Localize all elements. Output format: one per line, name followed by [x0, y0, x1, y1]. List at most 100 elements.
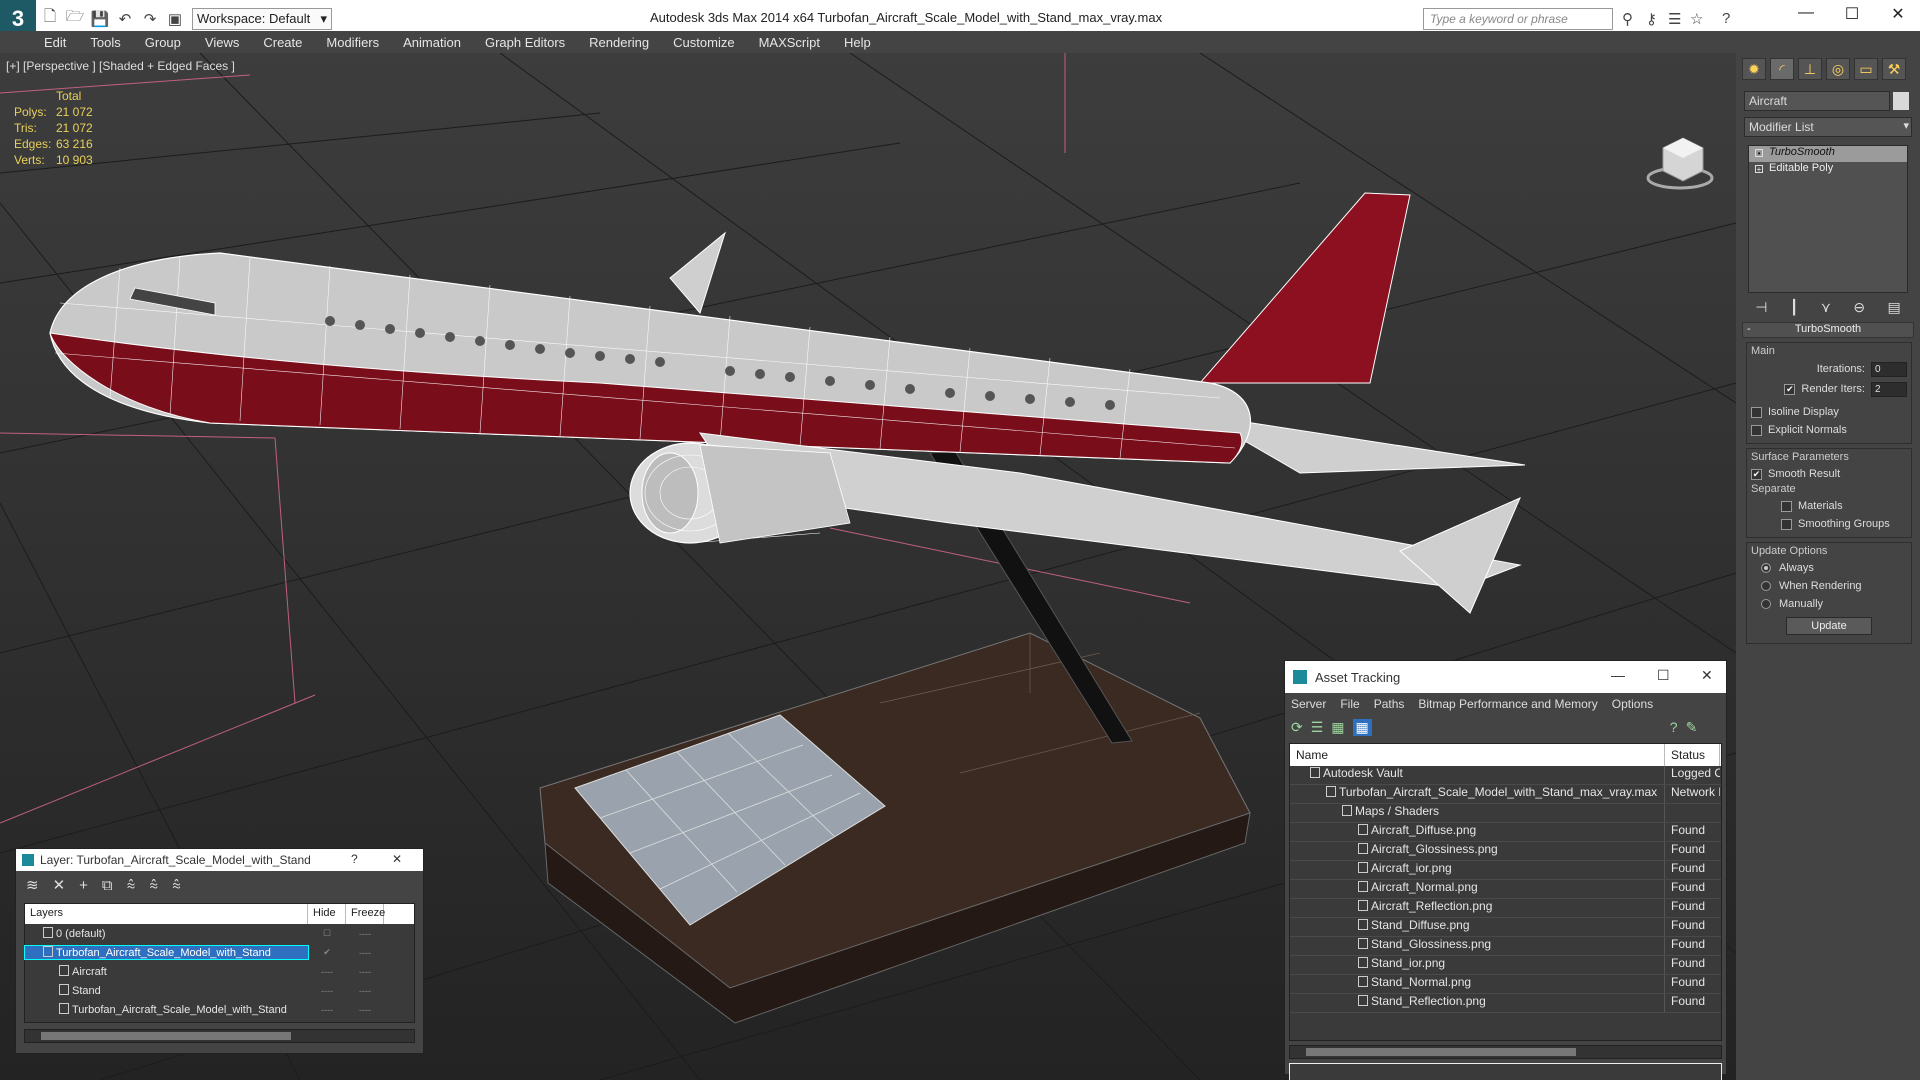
- add-to-layer-icon[interactable]: +: [79, 877, 88, 894]
- table-view-icon[interactable]: ▦: [1352, 718, 1372, 736]
- expand-icon[interactable]: +: [1755, 165, 1763, 174]
- search-input[interactable]: Type a keyword or phrase: [1423, 8, 1613, 30]
- object-name-field[interactable]: Aircraft: [1744, 91, 1909, 111]
- menu-modifiers[interactable]: Modifiers: [326, 35, 379, 50]
- stack-item-turbosmooth[interactable]: • TurboSmooth: [1749, 146, 1907, 162]
- table-row[interactable]: Maps / Shaders: [1290, 804, 1721, 823]
- scrollbar-thumb[interactable]: [41, 1032, 291, 1040]
- update-button[interactable]: Update: [1786, 617, 1872, 635]
- table-row[interactable]: Turbofan_Aircraft_Scale_Model_with_Stand…: [1290, 785, 1721, 804]
- make-unique-icon[interactable]: ⋎: [1821, 299, 1831, 316]
- menu-edit[interactable]: Edit: [44, 35, 66, 50]
- asset-horizontal-scrollbar[interactable]: [1289, 1045, 1722, 1059]
- layer-help-button[interactable]: ?: [351, 852, 358, 866]
- binoculars-icon[interactable]: ⚲: [1622, 10, 1633, 28]
- column-status[interactable]: Status: [1665, 744, 1720, 766]
- render-iters-spinner[interactable]: 2: [1871, 381, 1907, 397]
- turbosmooth-rollout-header[interactable]: - TurboSmooth: [1742, 322, 1914, 338]
- utilities-tab-icon[interactable]: ⚒: [1882, 58, 1906, 80]
- pin-stack-icon[interactable]: ⊣: [1755, 299, 1767, 316]
- smoothing-groups-checkbox[interactable]: [1781, 518, 1792, 530]
- maximize-icon[interactable]: ☐: [1657, 667, 1670, 684]
- favorites-star-icon[interactable]: ☆: [1690, 10, 1703, 28]
- motion-tab-icon[interactable]: ◎: [1826, 58, 1850, 80]
- project-folder-icon[interactable]: ▣: [164, 9, 186, 29]
- open-file-icon[interactable]: 🗁: [64, 8, 86, 29]
- close-icon[interactable]: ✕: [1701, 667, 1713, 684]
- stack-item-editable-poly[interactable]: + Editable Poly: [1749, 162, 1907, 178]
- menu-tools[interactable]: Tools: [90, 35, 120, 50]
- highlight-icon[interactable]: ✎: [1686, 719, 1698, 736]
- modifier-stack[interactable]: • TurboSmooth + Editable Poly: [1748, 145, 1908, 293]
- list-item[interactable]: Stand ---- ----: [25, 981, 414, 1000]
- smooth-result-checkbox[interactable]: ✔: [1751, 468, 1762, 480]
- freeze-toggle[interactable]: ----: [346, 929, 384, 939]
- table-row[interactable]: Aircraft_Normal.png Found: [1290, 880, 1721, 899]
- menu-file[interactable]: File: [1340, 697, 1359, 711]
- table-row[interactable]: Stand_ior.png Found: [1290, 956, 1721, 975]
- menu-group[interactable]: Group: [145, 35, 181, 50]
- remove-modifier-icon[interactable]: ⊖: [1853, 299, 1865, 316]
- when-rendering-radio[interactable]: [1761, 581, 1771, 591]
- column-hide[interactable]: Hide: [308, 904, 346, 924]
- list-item[interactable]: Aircraft ---- ----: [25, 962, 414, 981]
- menu-bitmap-performance[interactable]: Bitmap Performance and Memory: [1418, 697, 1597, 711]
- explicit-normals-checkbox[interactable]: [1751, 424, 1762, 436]
- create-tab-icon[interactable]: ✹: [1742, 58, 1766, 80]
- minimize-button[interactable]: —: [1786, 4, 1826, 22]
- save-icon[interactable]: 💾: [89, 9, 111, 29]
- display-tab-icon[interactable]: ▭: [1854, 58, 1878, 80]
- freeze-all-layers-icon[interactable]: ⩯: [172, 877, 181, 894]
- list-item[interactable]: Turbofan_Aircraft_Scale_Model_with_Stand…: [24, 943, 414, 962]
- layer-dialog-titlebar[interactable]: Layer: Turbofan_Aircraft_Scale_Model_wit…: [16, 849, 423, 871]
- highlight-layer-icon[interactable]: ⩯: [127, 877, 136, 894]
- menu-animation[interactable]: Animation: [403, 35, 461, 50]
- isoline-display-checkbox[interactable]: [1751, 406, 1762, 418]
- thumbnail-view-icon[interactable]: ▦: [1331, 719, 1344, 736]
- maximize-button[interactable]: ☐: [1832, 4, 1872, 24]
- freeze-toggle[interactable]: ----: [346, 1005, 384, 1015]
- hide-all-layers-icon[interactable]: ⩯: [149, 877, 158, 894]
- freeze-toggle[interactable]: ----: [346, 967, 384, 977]
- key-icon[interactable]: ⚷: [1646, 10, 1657, 28]
- object-color-swatch[interactable]: [1893, 92, 1909, 110]
- refresh-icon[interactable]: ⟳: [1291, 719, 1303, 736]
- layer-close-button[interactable]: ✕: [392, 852, 402, 866]
- delete-layer-icon[interactable]: ✕: [53, 876, 66, 894]
- menu-paths[interactable]: Paths: [1374, 697, 1405, 711]
- new-layer-icon[interactable]: ≋: [26, 876, 39, 894]
- menu-views[interactable]: Views: [205, 35, 239, 50]
- table-row[interactable]: Stand_Diffuse.png Found: [1290, 918, 1721, 937]
- hide-toggle[interactable]: ----: [308, 1005, 346, 1015]
- hide-toggle[interactable]: ✔: [308, 947, 346, 958]
- menu-options[interactable]: Options: [1612, 697, 1653, 711]
- table-row[interactable]: Stand_Reflection.png Found: [1290, 994, 1721, 1013]
- column-freeze[interactable]: Freeze: [346, 904, 385, 924]
- close-button[interactable]: ✕: [1878, 4, 1918, 24]
- minimize-icon[interactable]: —: [1611, 667, 1625, 683]
- column-layers[interactable]: Layers: [25, 904, 308, 924]
- menu-graph-editors[interactable]: Graph Editors: [485, 35, 565, 50]
- menu-create[interactable]: Create: [263, 35, 302, 50]
- list-item[interactable]: 0 (default) ☐ ----: [25, 924, 414, 943]
- new-file-icon[interactable]: 🗋: [39, 8, 61, 29]
- list-item[interactable]: Turbofan_Aircraft_Scale_Model_with_Stand…: [25, 1000, 414, 1019]
- scrollbar-thumb[interactable]: [1306, 1048, 1576, 1056]
- workspace-dropdown[interactable]: Workspace: Default ▾: [192, 7, 332, 30]
- modify-tab-icon[interactable]: ◜: [1770, 58, 1794, 80]
- freeze-toggle[interactable]: ----: [346, 948, 384, 958]
- render-iters-checkbox[interactable]: ✔: [1784, 383, 1796, 395]
- always-radio[interactable]: [1761, 563, 1771, 573]
- manually-radio[interactable]: [1761, 599, 1771, 609]
- configure-sets-icon[interactable]: ▤: [1888, 299, 1901, 316]
- hierarchy-tab-icon[interactable]: ⊥: [1798, 58, 1822, 80]
- table-row[interactable]: Stand_Glossiness.png Found: [1290, 937, 1721, 956]
- viewport-label[interactable]: [+] [Perspective ] [Shaded + Edged Faces…: [6, 59, 235, 73]
- modifier-list-dropdown[interactable]: Modifier List ▾: [1744, 117, 1912, 137]
- column-name[interactable]: Name: [1290, 744, 1665, 766]
- materials-checkbox[interactable]: [1781, 500, 1792, 512]
- select-in-layer-icon[interactable]: ⧉: [102, 877, 113, 894]
- menu-server[interactable]: Server: [1291, 697, 1326, 711]
- hide-toggle[interactable]: ----: [308, 986, 346, 996]
- asset-status-field[interactable]: [1289, 1063, 1722, 1080]
